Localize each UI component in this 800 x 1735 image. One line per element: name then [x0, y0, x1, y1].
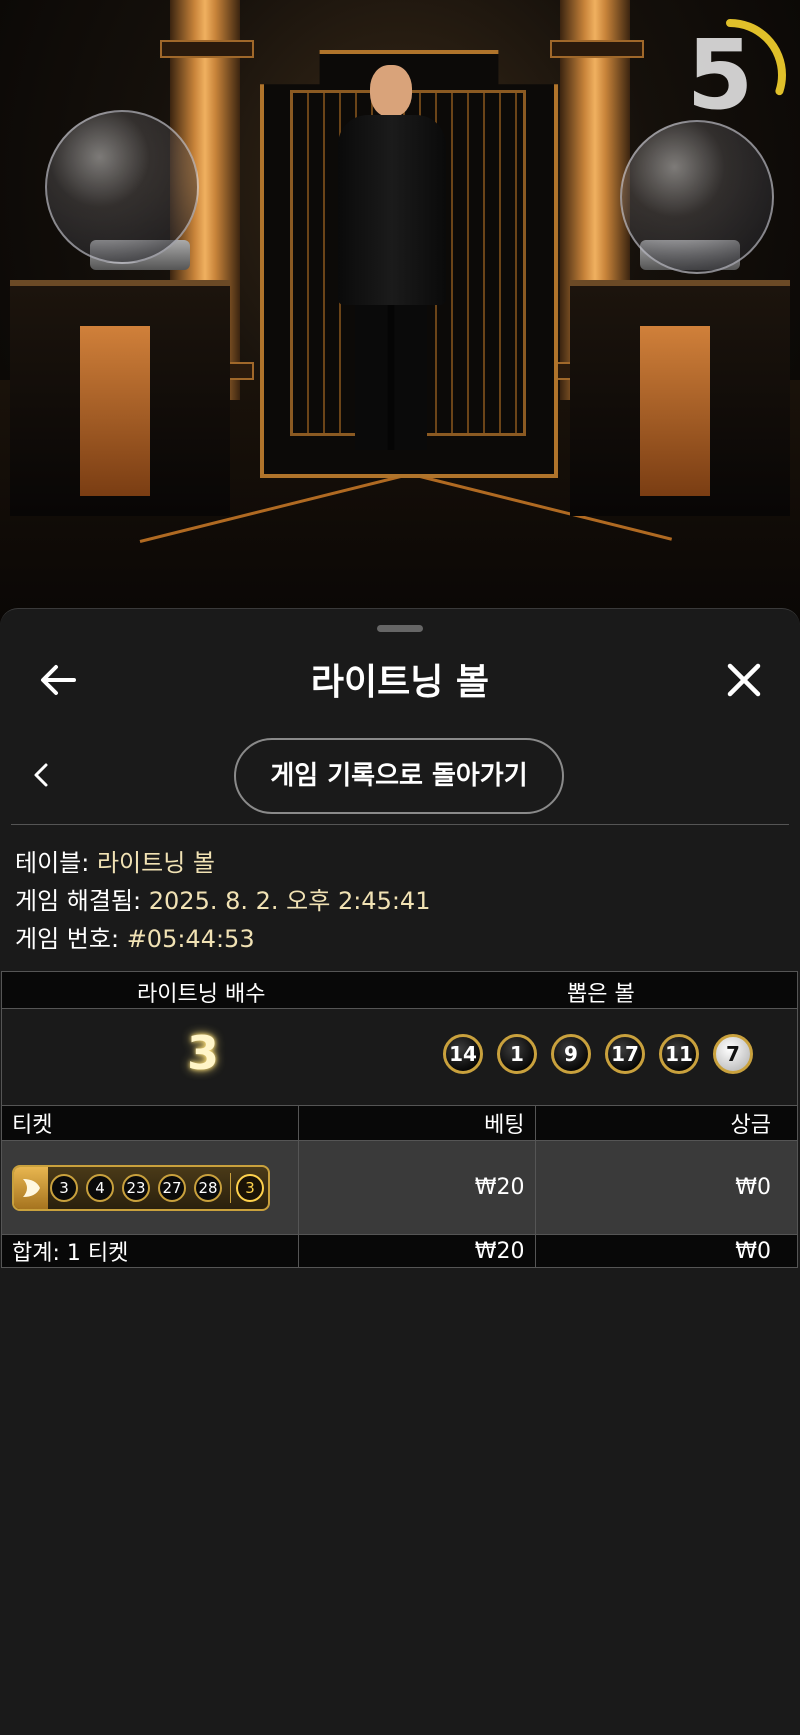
multiplier-header: 라이트닝 배수	[137, 982, 266, 1007]
resolved-label: 게임 해결됨:	[15, 887, 142, 915]
timer-value: 5	[686, 19, 754, 131]
ticket-number: 4	[86, 1173, 114, 1202]
chevron-left-icon[interactable]	[26, 759, 58, 791]
ticket-number: 27	[158, 1173, 186, 1202]
draw-summary: 라이트닝 배수 뽑은 볼 3 14 1 9 17 11 7	[1, 971, 798, 1106]
table-row: 3 4 23 27 28 3 ₩20 ₩0	[1, 1140, 799, 1235]
ball-drum-right	[620, 120, 774, 274]
game-number-value: #05:44:53	[126, 925, 255, 953]
table-info: 테이블: 라이트닝 볼	[15, 843, 215, 878]
draw-header: 라이트닝 배수 뽑은 볼	[2, 972, 797, 1009]
ticket-header: 티켓	[1, 1105, 299, 1141]
close-icon[interactable]	[720, 656, 768, 704]
back-to-history-button[interactable]: 게임 기록으로 돌아가기	[234, 738, 564, 814]
table-value: 라이트닝 볼	[96, 849, 215, 877]
page-title: 라이트닝 볼	[310, 662, 490, 703]
back-arrow-icon[interactable]	[34, 656, 82, 704]
prize-header: 상금	[534, 1105, 799, 1141]
game-host	[330, 65, 455, 455]
prize-cell: ₩0	[534, 1140, 799, 1235]
bet-cell: ₩20	[297, 1140, 536, 1235]
drawn-ball: 9	[551, 1034, 591, 1074]
ball-drum-left	[45, 110, 199, 264]
resolved-value: 2025. 8. 2. 오후 2:45:41	[148, 887, 431, 915]
ticket-number: 23	[122, 1173, 150, 1202]
game-number-label: 게임 번호:	[15, 925, 120, 953]
total-row: 합계: 1 티켓 ₩20 ₩0	[1, 1234, 799, 1268]
pedestal-right	[570, 280, 790, 516]
ticket-number: 28	[194, 1173, 222, 1202]
tickets-header-row: 티켓 베팅 상금	[1, 1105, 799, 1141]
drawn-ball: 11	[659, 1034, 699, 1074]
countdown-timer: 5	[670, 15, 790, 135]
ticket-cell: 3 4 23 27 28 3	[1, 1140, 299, 1235]
resolved-info: 게임 해결됨: 2025. 8. 2. 오후 2:45:41	[15, 881, 430, 916]
tickets-table: 티켓 베팅 상금 3 4 23 27 28 3 ₩20 ₩0 합계: 1 티켓 …	[1, 1105, 799, 1268]
game-result-sheet: 라이트닝 볼 게임 기록으로 돌아가기 테이블: 라이트닝 볼 게임 해결됨: …	[0, 608, 800, 1735]
divider	[11, 824, 789, 825]
lightning-multiplier: 3	[187, 1026, 220, 1080]
drawn-balls-header: 뽑은 볼	[567, 982, 635, 1007]
bet-header: 베팅	[297, 1105, 536, 1141]
drawn-ball: 1	[497, 1034, 537, 1074]
drawn-ball: 17	[605, 1034, 645, 1074]
table-label: 테이블:	[15, 849, 90, 877]
ticket-lightning-number: 3	[236, 1173, 264, 1202]
sheet-drag-handle[interactable]	[377, 625, 423, 632]
ticket-number: 3	[50, 1173, 78, 1202]
ticket-strip: 3 4 23 27 28 3	[12, 1164, 270, 1211]
pedestal-left	[10, 280, 230, 516]
total-prize: ₩0	[534, 1234, 799, 1268]
total-label: 합계: 1 티켓	[1, 1234, 299, 1268]
ticket-separator	[230, 1172, 231, 1203]
total-bet: ₩20	[297, 1234, 536, 1268]
lightning-logo-icon	[14, 1166, 48, 1209]
drawn-ball-lightning: 7	[713, 1034, 753, 1074]
drawn-ball: 14	[443, 1034, 483, 1074]
game-number-info: 게임 번호: #05:44:53	[15, 919, 255, 954]
live-video-stream: 5	[0, 0, 800, 620]
